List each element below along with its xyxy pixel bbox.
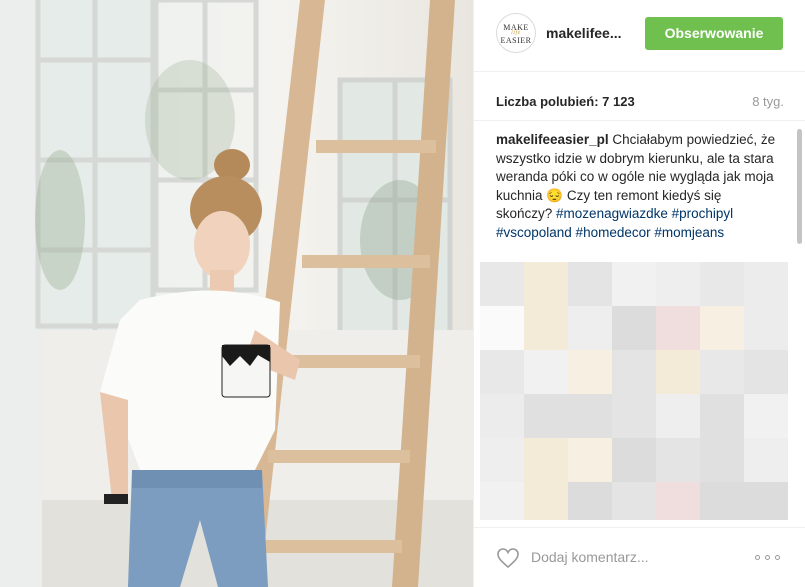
pixel-cell bbox=[656, 482, 700, 520]
instagram-post: MAKE life EASIER makelifee... Obserwowan… bbox=[0, 0, 805, 587]
comment-input[interactable] bbox=[531, 543, 751, 571]
pixel-cell bbox=[524, 306, 568, 350]
pixel-cell bbox=[656, 438, 700, 482]
pixel-cell bbox=[568, 350, 612, 394]
pixel-cell bbox=[612, 438, 656, 482]
pixel-cell bbox=[480, 306, 524, 350]
pixel-cell bbox=[612, 482, 656, 520]
pixel-cell bbox=[656, 350, 700, 394]
pixel-cell bbox=[700, 394, 744, 438]
pixel-cell bbox=[700, 350, 744, 394]
pixel-cell bbox=[480, 438, 524, 482]
pixel-cell bbox=[524, 350, 568, 394]
pixel-cell bbox=[700, 438, 744, 482]
pixel-cell bbox=[656, 262, 700, 306]
post-header: MAKE life EASIER makelifee... Obserwowan… bbox=[474, 0, 805, 72]
username-link[interactable]: makelifee... bbox=[546, 25, 622, 41]
pixel-cell bbox=[744, 482, 788, 520]
pixel-cell bbox=[524, 262, 568, 306]
pixelated-comments bbox=[480, 262, 800, 520]
pixel-cell bbox=[744, 394, 788, 438]
post-caption: makelifeeasier_pl Chciałabym powiedzieć,… bbox=[496, 131, 776, 242]
pixel-cell bbox=[656, 306, 700, 350]
heart-icon[interactable] bbox=[496, 547, 520, 569]
pixel-cell bbox=[480, 394, 524, 438]
photo-illustration bbox=[0, 0, 473, 587]
pixel-cell bbox=[700, 306, 744, 350]
pixel-cell bbox=[744, 262, 788, 306]
more-dot bbox=[775, 555, 780, 560]
post-photo[interactable] bbox=[0, 0, 473, 587]
pixel-cell bbox=[480, 350, 524, 394]
post-panel: MAKE life EASIER makelifee... Obserwowan… bbox=[473, 0, 805, 587]
pixel-cell bbox=[568, 306, 612, 350]
pixel-cell bbox=[656, 394, 700, 438]
post-footer bbox=[474, 527, 805, 587]
pixel-cell bbox=[612, 262, 656, 306]
pixel-cell bbox=[744, 350, 788, 394]
avatar-logo-line: EASIER bbox=[500, 36, 532, 45]
comments-section: makelifeeasier_pl Chciałabym powiedzieć,… bbox=[474, 120, 805, 520]
pixel-cell bbox=[524, 394, 568, 438]
pixel-cell bbox=[524, 438, 568, 482]
pixel-cell bbox=[568, 482, 612, 520]
pixel-cell bbox=[480, 482, 524, 520]
pixel-cell bbox=[568, 438, 612, 482]
follow-button[interactable]: Obserwowanie bbox=[645, 17, 783, 50]
caption-author[interactable]: makelifeeasier_pl bbox=[496, 132, 609, 147]
pixel-cell bbox=[700, 262, 744, 306]
pixel-cell bbox=[568, 394, 612, 438]
pixel-cell bbox=[568, 262, 612, 306]
pixel-cell bbox=[612, 350, 656, 394]
pixel-cell bbox=[524, 482, 568, 520]
likes-row: Liczba polubień: 7 123 8 tyg. bbox=[496, 94, 784, 112]
more-dot bbox=[765, 555, 770, 560]
pixel-cell bbox=[612, 394, 656, 438]
likes-count[interactable]: Liczba polubień: 7 123 bbox=[496, 94, 635, 109]
pixel-cell bbox=[700, 482, 744, 520]
post-age[interactable]: 8 tyg. bbox=[752, 94, 784, 109]
pixel-cell bbox=[744, 306, 788, 350]
more-dot bbox=[755, 555, 760, 560]
more-options-icon[interactable] bbox=[755, 555, 781, 561]
comments-scrollbar[interactable] bbox=[797, 129, 802, 244]
pixel-cell bbox=[612, 306, 656, 350]
pixel-cell bbox=[480, 262, 524, 306]
avatar[interactable]: MAKE life EASIER bbox=[496, 13, 536, 53]
pixel-cell bbox=[744, 438, 788, 482]
